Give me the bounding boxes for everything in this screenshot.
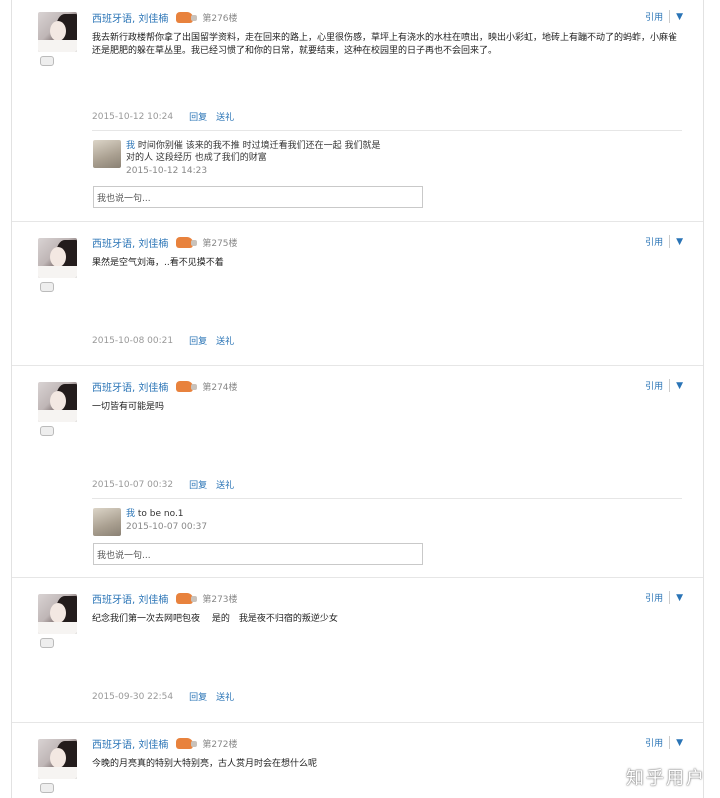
sub-reply-author[interactable]: 我 bbox=[126, 141, 135, 151]
post-text: 今晚的月亮真的特别大特别亮，古人赏月时会在想什么呢 bbox=[92, 759, 318, 769]
caret-down-icon[interactable]: ▼ bbox=[676, 381, 683, 391]
quote-control: 引用 ▼ bbox=[645, 591, 683, 604]
caret-down-icon[interactable]: ▼ bbox=[676, 12, 683, 22]
sub-reply-text: 时间你别催 该来的我不推 时过境迁看我们还在一起 我们就是对的人 这段经历 也成… bbox=[126, 141, 381, 163]
post-header: 西班牙语, 刘佳楠 第273楼 引用 ▼ bbox=[92, 591, 683, 606]
sub-reply-body: 我 to be no.1 2015-10-07 00:37 bbox=[126, 508, 482, 533]
sub-reply-time: 2015-10-12 14:23 bbox=[126, 166, 208, 176]
floor-number: 第275楼 bbox=[202, 238, 238, 249]
post-text: 果然是空气刘海，..看不见摸不着 bbox=[92, 258, 224, 268]
author-avatar-area bbox=[38, 238, 78, 292]
quote-button[interactable]: 引用 bbox=[645, 10, 671, 23]
sub-reply-time: 2015-10-07 00:37 bbox=[126, 522, 208, 532]
post-text: 我去新行政楼帮你拿了出国留学资料，走在回来的路上，心里很伤感，草坪上有浇水的水柱… bbox=[92, 33, 678, 56]
watermark: 知乎用户 bbox=[626, 768, 706, 789]
post-time: 2015-10-12 10:24 bbox=[92, 111, 174, 122]
post-meta: 2015-10-08 00:21 回复 送礼 bbox=[92, 334, 234, 348]
author-name-link[interactable]: 西班牙语, 刘佳楠 bbox=[92, 736, 168, 751]
floor-number: 第276楼 bbox=[202, 13, 238, 24]
post-content: 西班牙语, 刘佳楠 第273楼 引用 ▼ 纪念我们第一次去网吧包夜 是的 我是夜… bbox=[92, 591, 683, 626]
author-name-link[interactable]: 西班牙语, 刘佳楠 bbox=[92, 10, 168, 25]
post-header: 西班牙语, 刘佳楠 第272楼 引用 ▼ bbox=[92, 736, 683, 751]
post-content: 西班牙语, 刘佳楠 第276楼 引用 ▼ 我去新行政楼帮你拿了出国留学资料，走在… bbox=[92, 10, 683, 58]
post-header: 西班牙语, 刘佳楠 第276楼 引用 ▼ bbox=[92, 10, 683, 25]
reply-button[interactable]: 回复 bbox=[189, 478, 207, 491]
reply-button[interactable]: 回复 bbox=[189, 110, 207, 123]
reply-input[interactable]: 我也说一句... bbox=[93, 543, 423, 565]
author-avatar-area bbox=[38, 382, 78, 436]
author-avatar-area bbox=[38, 739, 78, 793]
post-meta: 2015-09-30 22:54 回复 送礼 bbox=[92, 690, 234, 704]
post-273: 西班牙语, 刘佳楠 第273楼 引用 ▼ 纪念我们第一次去网吧包夜 是的 我是夜… bbox=[12, 578, 703, 723]
post-text: 一切皆有可能是吗 bbox=[92, 402, 165, 412]
caret-down-icon[interactable]: ▼ bbox=[676, 237, 683, 247]
gift-button[interactable]: 送礼 bbox=[216, 690, 234, 703]
reply-list: 我 to be no.1 2015-10-07 00:37 我也说一句... bbox=[92, 498, 682, 565]
rank-badge-icon bbox=[176, 380, 198, 392]
post-275: 西班牙语, 刘佳楠 第275楼 引用 ▼ 果然是空气刘海，..看不见摸不着 20… bbox=[12, 222, 703, 366]
author-avatar-area bbox=[38, 12, 78, 66]
user-level-icon bbox=[40, 282, 54, 292]
avatar[interactable] bbox=[93, 140, 121, 168]
post-276: 西班牙语, 刘佳楠 第276楼 引用 ▼ 我去新行政楼帮你拿了出国留学资料，走在… bbox=[12, 0, 703, 222]
rank-badge-icon bbox=[176, 11, 198, 23]
rank-badge-icon bbox=[176, 737, 198, 749]
author-name-link[interactable]: 西班牙语, 刘佳楠 bbox=[92, 591, 168, 606]
post-time: 2015-09-30 22:54 bbox=[92, 691, 174, 702]
quote-button[interactable]: 引用 bbox=[645, 379, 671, 392]
reply-button[interactable]: 回复 bbox=[189, 334, 207, 347]
avatar[interactable] bbox=[93, 508, 121, 536]
quote-button[interactable]: 引用 bbox=[645, 591, 671, 604]
reply-list: 我 时间你别催 该来的我不推 时过境迁看我们还在一起 我们就是对的人 这段经历 … bbox=[92, 130, 682, 208]
post-content: 西班牙语, 刘佳楠 第272楼 引用 ▼ 今晚的月亮真的特别大特别亮，古人赏月时… bbox=[92, 736, 683, 771]
post-content: 西班牙语, 刘佳楠 第274楼 引用 ▼ 一切皆有可能是吗 bbox=[92, 379, 683, 414]
user-level-icon bbox=[40, 426, 54, 436]
floor-number: 第272楼 bbox=[202, 739, 238, 750]
author-name-link[interactable]: 西班牙语, 刘佳楠 bbox=[92, 379, 168, 394]
quote-button[interactable]: 引用 bbox=[645, 235, 671, 248]
floor-number: 第274楼 bbox=[202, 382, 238, 393]
post-272: 西班牙语, 刘佳楠 第272楼 引用 ▼ 今晚的月亮真的特别大特别亮，古人赏月时… bbox=[12, 723, 703, 798]
caret-down-icon[interactable]: ▼ bbox=[676, 738, 683, 748]
reply-input[interactable]: 我也说一句... bbox=[93, 186, 423, 208]
sub-reply-author[interactable]: 我 bbox=[126, 509, 135, 519]
post-274: 西班牙语, 刘佳楠 第274楼 引用 ▼ 一切皆有可能是吗 2015-10-07… bbox=[12, 366, 703, 578]
sub-reply-text: to be no.1 bbox=[137, 509, 184, 519]
post-content: 西班牙语, 刘佳楠 第275楼 引用 ▼ 果然是空气刘海，..看不见摸不着 bbox=[92, 235, 683, 270]
rank-badge-icon bbox=[176, 236, 198, 248]
thread-frame: 西班牙语, 刘佳楠 第276楼 引用 ▼ 我去新行政楼帮你拿了出国留学资料，走在… bbox=[11, 0, 704, 798]
rank-badge-icon bbox=[176, 592, 198, 604]
gift-button[interactable]: 送礼 bbox=[216, 478, 234, 491]
post-text: 纪念我们第一次去网吧包夜 是的 我是夜不归宿的叛逆少女 bbox=[92, 614, 338, 624]
user-level-icon bbox=[40, 783, 54, 793]
quote-button[interactable]: 引用 bbox=[645, 736, 671, 749]
quote-control: 引用 ▼ bbox=[645, 10, 683, 23]
post-header: 西班牙语, 刘佳楠 第275楼 引用 ▼ bbox=[92, 235, 683, 250]
user-level-icon bbox=[40, 56, 54, 66]
avatar[interactable] bbox=[38, 594, 77, 634]
avatar[interactable] bbox=[38, 12, 77, 52]
author-name-link[interactable]: 西班牙语, 刘佳楠 bbox=[92, 235, 168, 250]
post-header: 西班牙语, 刘佳楠 第274楼 引用 ▼ bbox=[92, 379, 683, 394]
sub-reply: 我 to be no.1 2015-10-07 00:37 bbox=[92, 499, 682, 539]
floor-number: 第273楼 bbox=[202, 594, 238, 605]
post-time: 2015-10-07 00:32 bbox=[92, 479, 174, 490]
quote-control: 引用 ▼ bbox=[645, 235, 683, 248]
sub-reply: 我 时间你别催 该来的我不推 时过境迁看我们还在一起 我们就是对的人 这段经历 … bbox=[92, 131, 682, 177]
caret-down-icon[interactable]: ▼ bbox=[676, 593, 683, 603]
post-time: 2015-10-08 00:21 bbox=[92, 335, 174, 346]
avatar[interactable] bbox=[38, 382, 77, 422]
user-level-icon bbox=[40, 638, 54, 648]
post-meta: 2015-10-07 00:32 回复 送礼 bbox=[92, 478, 234, 492]
quote-control: 引用 ▼ bbox=[645, 379, 683, 392]
author-avatar-area bbox=[38, 594, 78, 648]
gift-button[interactable]: 送礼 bbox=[216, 334, 234, 347]
reply-button[interactable]: 回复 bbox=[189, 690, 207, 703]
avatar[interactable] bbox=[38, 739, 77, 779]
post-meta: 2015-10-12 10:24 回复 送礼 bbox=[92, 110, 234, 124]
quote-control: 引用 ▼ bbox=[645, 736, 683, 749]
gift-button[interactable]: 送礼 bbox=[216, 110, 234, 123]
avatar[interactable] bbox=[38, 238, 77, 278]
sub-reply-body: 我 时间你别催 该来的我不推 时过境迁看我们还在一起 我们就是对的人 这段经历 … bbox=[126, 140, 382, 177]
